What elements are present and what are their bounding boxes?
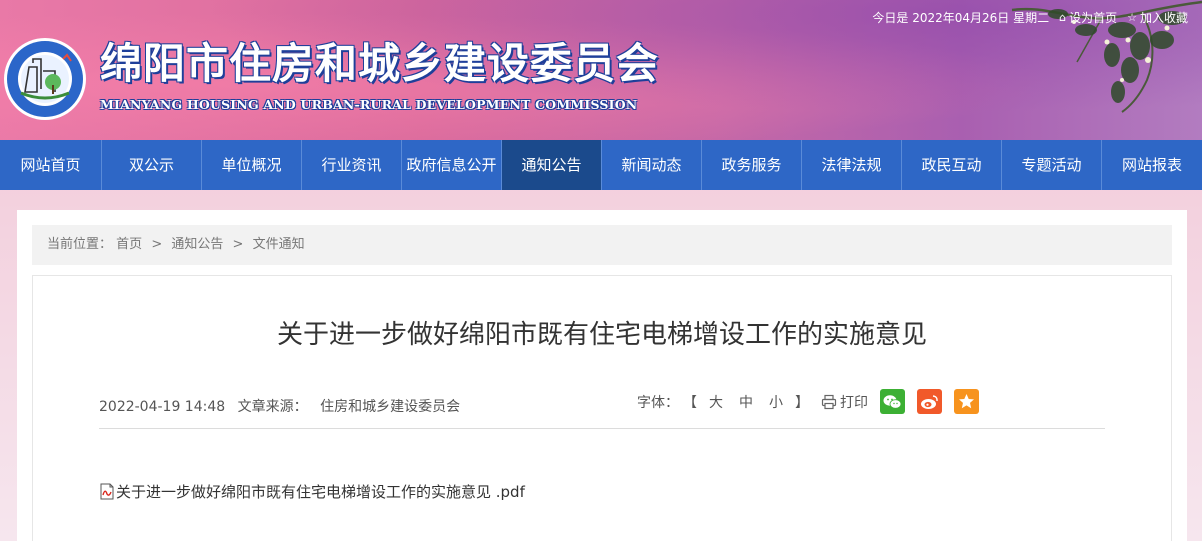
- meta-divider: [99, 428, 1105, 429]
- pdf-file-icon: [100, 483, 114, 500]
- star-icon: ☆: [1127, 11, 1137, 24]
- breadcrumb-file-notices[interactable]: 文件通知: [253, 237, 305, 252]
- add-bookmark-link[interactable]: ☆ 加入收藏: [1127, 9, 1188, 26]
- site-subtitle: MIANYANG HOUSING AND URBAN-RURAL DEVELOP…: [100, 97, 638, 112]
- content-panel: 当前位置： 首页 > 通知公告 > 文件通知 关于进一步做好绵阳市既有住宅电梯增…: [17, 210, 1187, 541]
- nav-item-services[interactable]: 政务服务: [702, 140, 802, 190]
- bracket-open: 【: [683, 394, 697, 411]
- nav-item-special-events[interactable]: 专题活动: [1002, 140, 1102, 190]
- weibo-icon: [921, 394, 938, 409]
- breadcrumb-notices[interactable]: 通知公告: [171, 237, 223, 252]
- source-label: 文章来源：: [237, 399, 308, 415]
- nav-item-about[interactable]: 单位概况: [202, 140, 302, 190]
- site-title: 绵阳市住房和城乡建设委员会: [100, 39, 660, 88]
- breadcrumb-prefix: 当前位置：: [47, 237, 113, 252]
- wechat-icon: [883, 394, 902, 409]
- printer-icon: [821, 394, 837, 409]
- nav-item-notices[interactable]: 通知公告: [502, 140, 602, 190]
- star-icon: [959, 394, 974, 409]
- nav-item-double-public[interactable]: 双公示: [102, 140, 202, 190]
- nav-item-home[interactable]: 网站首页: [0, 140, 102, 190]
- article-meta: 2022-04-19 14:48 文章来源： 住房和城乡建设委员会: [99, 396, 460, 416]
- attachment-filename: 关于进一步做好绵阳市既有住宅电梯增设工作的实施意见 .pdf: [116, 483, 525, 501]
- source-value: 住房和城乡建设委员会: [320, 399, 461, 415]
- nav-item-interaction[interactable]: 政民互动: [902, 140, 1002, 190]
- site-logo[interactable]: [3, 37, 87, 121]
- nav-item-news[interactable]: 新闻动态: [602, 140, 702, 190]
- bracket-close: 】: [795, 394, 809, 411]
- site-header: 今日是 2022年04月26日 星期二 ⌂ 设为首页 ☆ 加入收藏 绵阳市住房和…: [0, 0, 1202, 140]
- set-homepage-label: 设为首页: [1069, 11, 1118, 25]
- print-button[interactable]: 打印: [821, 392, 868, 412]
- breadcrumb: 当前位置： 首页 > 通知公告 > 文件通知: [32, 225, 1172, 265]
- font-size-large[interactable]: 大: [709, 392, 723, 412]
- nav-item-gov-info[interactable]: 政府信息公开: [402, 140, 502, 190]
- breadcrumb-separator: >: [232, 237, 244, 252]
- breadcrumb-home[interactable]: 首页: [116, 237, 142, 252]
- breadcrumb-separator: >: [151, 237, 163, 252]
- font-size-medium[interactable]: 中: [739, 392, 753, 412]
- publish-datetime: 2022-04-19 14:48: [99, 399, 226, 415]
- set-homepage-link[interactable]: ⌂ 设为首页: [1059, 9, 1117, 26]
- home-icon: ⌂: [1059, 11, 1067, 24]
- top-utility-bar: 今日是 2022年04月26日 星期二 ⌂ 设为首页 ☆ 加入收藏: [872, 9, 1188, 26]
- current-date: 今日是 2022年04月26日 星期二: [872, 11, 1050, 25]
- share-weibo-button[interactable]: [917, 389, 942, 414]
- share-wechat-button[interactable]: [880, 389, 905, 414]
- article-tools: 字体： 【 大 中 小 】 打印: [637, 389, 979, 414]
- main-nav: 网站首页 双公示 单位概况 行业资讯 政府信息公开 通知公告 新闻动态 政务服务…: [0, 140, 1202, 190]
- share-favorite-button[interactable]: [954, 389, 979, 414]
- article-title: 关于进一步做好绵阳市既有住宅电梯增设工作的实施意见: [276, 320, 927, 350]
- nav-item-reports[interactable]: 网站报表: [1102, 140, 1202, 190]
- print-label: 打印: [840, 394, 868, 411]
- font-size-label: 字体：: [637, 394, 679, 411]
- article: 关于进一步做好绵阳市既有住宅电梯增设工作的实施意见 2022-04-19 14:…: [32, 275, 1172, 541]
- nav-item-industry-news[interactable]: 行业资讯: [302, 140, 402, 190]
- add-bookmark-label: 加入收藏: [1139, 11, 1188, 25]
- attachment-link[interactable]: 关于进一步做好绵阳市既有住宅电梯增设工作的实施意见 .pdf: [99, 481, 525, 502]
- nav-item-laws[interactable]: 法律法规: [802, 140, 902, 190]
- font-size-small[interactable]: 小: [769, 392, 783, 412]
